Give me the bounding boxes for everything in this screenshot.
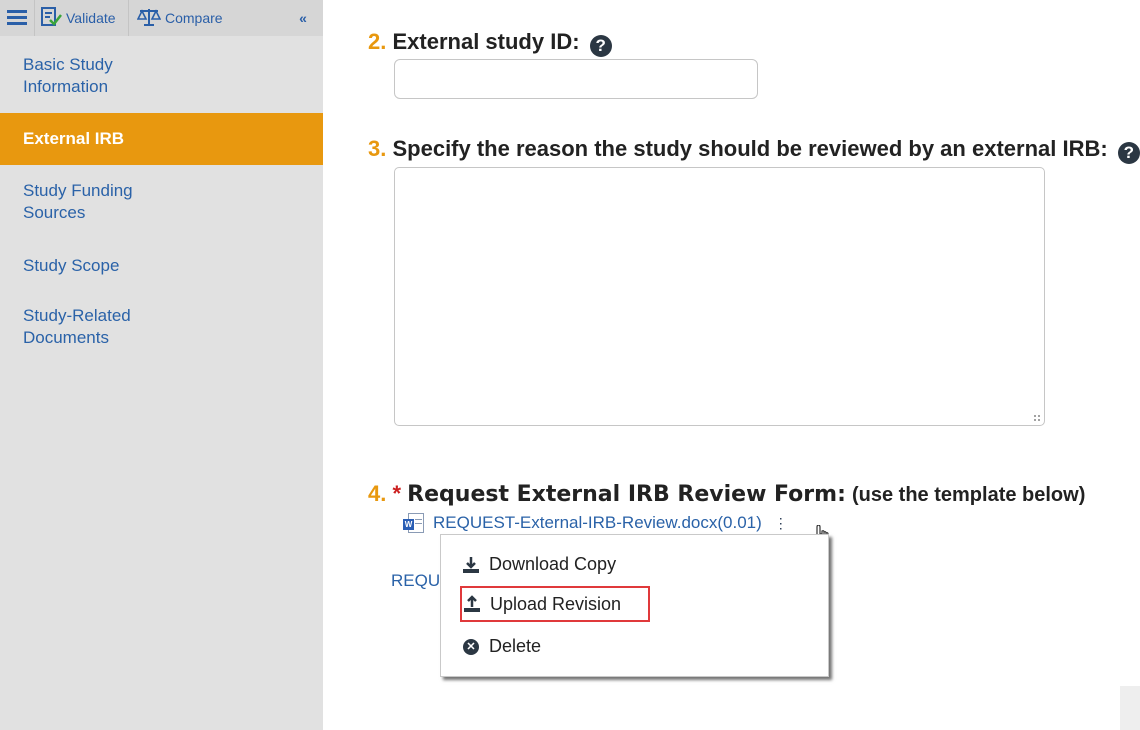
- hamburger-icon: [7, 9, 27, 28]
- sidebar-item-label: Documents: [23, 328, 109, 347]
- double-chevron-left-icon: «: [299, 10, 307, 26]
- collapse-sidebar-button[interactable]: «: [288, 0, 318, 36]
- delete-menu-item[interactable]: ✕ Delete: [461, 636, 541, 657]
- question-number: 2.: [368, 29, 387, 54]
- help-icon[interactable]: ?: [589, 35, 612, 57]
- sidebar-item-basic-study-information[interactable]: Basic Study Information: [0, 54, 323, 98]
- sidebar-item-label: Information: [23, 77, 109, 96]
- template-link-partial[interactable]: REQU: [391, 571, 440, 591]
- download-copy-menu-item[interactable]: Download Copy: [461, 554, 616, 575]
- sidebar-item-study-related-documents[interactable]: Study-Related Documents: [0, 305, 323, 349]
- question-label: Specify the reason the study should be r…: [392, 136, 1108, 161]
- compare-label: Compare: [165, 10, 223, 26]
- question-label: Request External IRB Review Form:: [407, 482, 846, 507]
- menu-button[interactable]: [0, 0, 34, 36]
- sidebar-item-external-irb[interactable]: External IRB: [0, 113, 323, 165]
- sidebar-item-study-scope[interactable]: Study Scope: [0, 255, 323, 277]
- sidebar-item-label: Sources: [23, 203, 86, 222]
- word-document-icon: W: [403, 513, 425, 533]
- scroll-hint[interactable]: [1120, 686, 1140, 730]
- question-number: 4.: [368, 481, 387, 506]
- delete-circle-icon: ✕: [461, 638, 481, 655]
- sidebar-item-label: Study Scope: [23, 256, 120, 275]
- required-marker: *: [392, 481, 402, 506]
- attachment-context-menu: Download Copy Upload Revision ✕ Delete: [440, 534, 829, 677]
- menu-item-label: Download Copy: [489, 554, 617, 574]
- sidebar-item-label: Study Funding: [23, 181, 133, 200]
- upload-revision-menu-item[interactable]: Upload Revision: [460, 586, 650, 622]
- question-hint: (use the template below): [852, 484, 1086, 506]
- validate-icon: [40, 6, 62, 30]
- main-content: 2. External study ID: ? 3. Specify the r…: [323, 0, 1140, 730]
- upload-icon: [462, 595, 482, 613]
- attachment-row: W REQUEST-External-IRB-Review.docx(0.01)…: [403, 513, 789, 533]
- validate-button[interactable]: Validate: [34, 0, 124, 36]
- sidebar-item-label: External IRB: [23, 129, 125, 148]
- menu-item-label: Delete: [489, 636, 542, 656]
- app: Validate Compare « Basic Study Informati…: [0, 0, 1140, 730]
- external-irb-reason-textarea[interactable]: [394, 167, 1045, 426]
- question-request-external-irb-form: 4. * Request External IRB Review Form: (…: [368, 481, 1085, 507]
- sidebar-item-label: Study-Related: [23, 306, 131, 325]
- menu-item-label: Upload Revision: [490, 593, 622, 614]
- sidebar: Validate Compare « Basic Study Informati…: [0, 0, 323, 730]
- download-icon: [461, 556, 481, 574]
- validate-label: Validate: [66, 10, 116, 26]
- help-icon[interactable]: ?: [1117, 142, 1140, 164]
- compare-button[interactable]: Compare: [128, 0, 236, 36]
- resize-grip-icon[interactable]: [1033, 414, 1041, 422]
- more-options-icon[interactable]: ⋮: [774, 515, 789, 532]
- sidebar-toolbar: Validate Compare «: [0, 0, 323, 36]
- sidebar-item-study-funding-sources[interactable]: Study Funding Sources: [0, 180, 323, 224]
- sidebar-item-label: Basic Study: [23, 55, 113, 74]
- attachment-link[interactable]: REQUEST-External-IRB-Review.docx(0.01): [433, 513, 762, 533]
- scales-icon: [136, 7, 162, 30]
- external-study-id-input[interactable]: [394, 59, 758, 99]
- question-external-study-id: 2. External study ID: ?: [368, 29, 612, 57]
- question-external-irb-reason: 3. Specify the reason the study should b…: [368, 136, 1140, 164]
- question-number: 3.: [368, 136, 387, 161]
- question-label: External study ID:: [392, 29, 580, 54]
